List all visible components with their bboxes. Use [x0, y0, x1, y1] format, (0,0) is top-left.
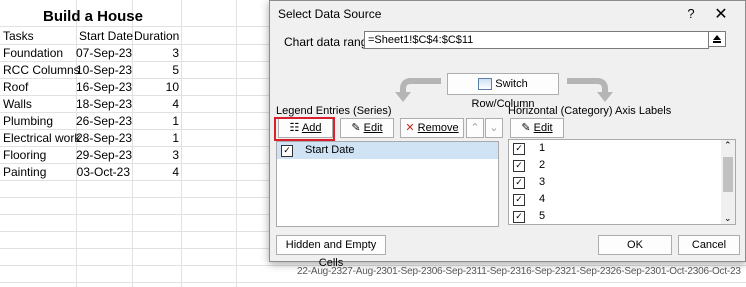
category-label: 1	[539, 142, 546, 154]
edit-series-label: Edit	[363, 122, 383, 134]
chevron-up-icon: ⌃	[470, 122, 480, 134]
add-button-highlight	[274, 117, 335, 141]
remove-series-button[interactable]: ✕ Remove	[400, 118, 464, 138]
category-checkbox[interactable]: ✓	[513, 160, 525, 172]
dialog-title: Select Data Source	[278, 7, 382, 21]
cell-duration[interactable]: 4	[132, 164, 179, 180]
cell-duration[interactable]: 10	[132, 79, 179, 95]
cell-duration[interactable]: 3	[132, 147, 179, 163]
grid-line	[0, 282, 746, 283]
cell-task[interactable]: RCC Columns	[3, 62, 80, 78]
category-label: 2	[539, 159, 546, 171]
cell-task[interactable]: Foundation	[3, 45, 63, 61]
header-duration[interactable]: Duration	[134, 28, 179, 44]
axis-list-scrollbar[interactable]: ⌃ ⌄	[721, 140, 735, 224]
cell-task[interactable]: Walls	[3, 96, 32, 112]
cell-task[interactable]: Painting	[3, 164, 46, 180]
axis-labels-label: Horizontal (Category) Axis Labels	[508, 105, 672, 117]
cell-start-date[interactable]: 07-Sep-23	[76, 45, 132, 61]
edit-icon: ✎	[521, 122, 531, 134]
cell-duration[interactable]: 1	[132, 113, 179, 129]
close-button[interactable]: ✕	[712, 4, 730, 24]
category-item[interactable]: ✓ 5	[509, 208, 735, 225]
cell-duration[interactable]: 4	[132, 96, 179, 112]
cell-task[interactable]: Roof	[3, 79, 28, 95]
category-item[interactable]: ✓ 4	[509, 191, 735, 208]
hidden-empty-cells-button[interactable]: Hidden and Empty Cells	[276, 235, 386, 269]
cell-start-date[interactable]: 03-Oct-23	[76, 164, 130, 180]
legend-series-list: ✓ Start Date	[276, 141, 499, 227]
category-item[interactable]: ✓ 2	[509, 157, 735, 174]
category-item[interactable]: ✓ 3	[509, 174, 735, 191]
cell-start-date[interactable]: 26-Sep-23	[76, 113, 132, 129]
axis-toolbar: ✎ Edit	[508, 118, 737, 140]
cancel-button[interactable]: Cancel	[678, 235, 740, 255]
collapse-arrow-icon	[713, 35, 721, 43]
cell-start-date[interactable]: 29-Sep-23	[76, 147, 132, 163]
curved-arrow-left-icon	[395, 78, 441, 102]
cell-duration[interactable]: 3	[132, 45, 179, 61]
category-label: 5	[539, 210, 546, 222]
chevron-down-icon: ⌄	[489, 122, 499, 134]
cell-task[interactable]: Plumbing	[3, 113, 53, 129]
ok-button[interactable]: OK	[598, 235, 672, 255]
curved-arrow-right-icon	[567, 78, 613, 102]
edit-icon: ✎	[351, 122, 361, 134]
cell-start-date[interactable]: 10-Sep-23	[76, 62, 132, 78]
switch-row-column-button[interactable]: Switch Row/Column	[447, 73, 559, 110]
category-checkbox[interactable]: ✓	[513, 143, 525, 155]
edit-axis-label: Edit	[533, 122, 553, 134]
edit-series-button[interactable]: ✎ Edit	[340, 118, 394, 138]
category-checkbox[interactable]: ✓	[513, 177, 525, 189]
category-label: 3	[539, 176, 546, 188]
remove-series-label: Remove	[417, 122, 459, 134]
cell-task[interactable]: Flooring	[3, 147, 46, 163]
series-name: Start Date	[305, 144, 355, 156]
category-item[interactable]: ✓ 1	[509, 140, 735, 157]
move-down-button[interactable]: ⌄	[485, 118, 503, 138]
switch-row-column-icon	[478, 78, 493, 91]
category-label: 4	[539, 193, 546, 205]
header-start-date[interactable]: Start Date	[79, 28, 133, 44]
cell-task[interactable]: Electrical work	[3, 130, 80, 146]
header-tasks[interactable]: Tasks	[3, 28, 34, 44]
scroll-up-icon[interactable]: ⌃	[724, 140, 732, 151]
cell-duration[interactable]: 5	[132, 62, 179, 78]
category-checkbox[interactable]: ✓	[513, 211, 525, 223]
select-data-source-dialog: Select Data Source ? ✕ Chart data range:…	[269, 0, 746, 269]
legend-entries-label: Legend Entries (Series)	[276, 105, 392, 117]
chart-data-range-input[interactable]: =Sheet1!$C$4:$C$11	[364, 31, 709, 49]
cell-duration[interactable]: 1	[132, 130, 179, 146]
move-up-button[interactable]: ⌃	[466, 118, 484, 138]
cell-start-date[interactable]: 28-Sep-23	[76, 130, 132, 146]
cell-start-date[interactable]: 16-Sep-23	[76, 79, 132, 95]
category-checkbox[interactable]: ✓	[513, 194, 525, 206]
series-item[interactable]: ✓ Start Date	[277, 142, 498, 159]
remove-icon: ✕	[405, 122, 415, 134]
series-checkbox[interactable]: ✓	[281, 145, 293, 157]
help-button[interactable]: ?	[683, 6, 699, 21]
cell-start-date[interactable]: 18-Sep-23	[76, 96, 132, 112]
scroll-down-icon[interactable]: ⌄	[724, 213, 732, 224]
sheet-title[interactable]: Build a House	[0, 8, 186, 25]
axis-labels-list: ✓ 1 ✓ 2 ✓ 3 ✓ 4 ✓ 5 ⌃ ⌄	[508, 139, 736, 225]
scrollbar-thumb[interactable]	[723, 157, 733, 192]
chart-date-axis-labels: 22-Aug-2327-Aug-2301-Sep-2306-Sep-2311-S…	[297, 266, 741, 277]
edit-axis-button[interactable]: ✎ Edit	[510, 118, 564, 138]
collapse-range-button[interactable]	[708, 31, 726, 47]
